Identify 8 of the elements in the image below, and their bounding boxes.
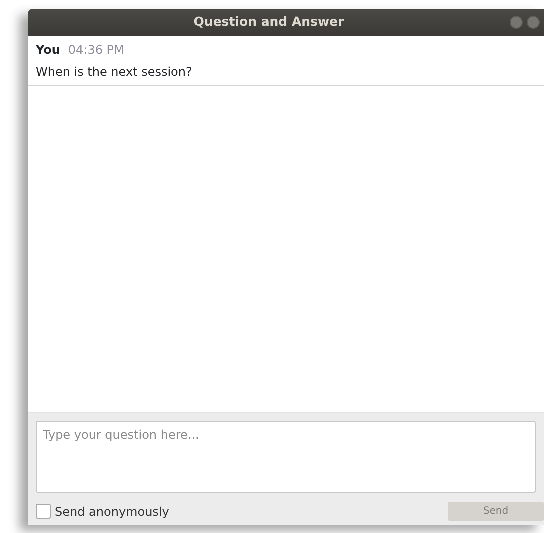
checkbox-label: Send anonymously [55, 504, 170, 520]
window-title: Question and Answer [192, 13, 346, 32]
question-field[interactable]: Type your question here... [36, 421, 536, 493]
anonymous-checkbox[interactable]: Send anonymously [36, 502, 170, 520]
message-text: When is the next session? [36, 64, 194, 81]
message-author: You [36, 42, 60, 59]
checkbox-icon[interactable] [36, 504, 51, 519]
message-time: 04:36 PM [68, 42, 124, 59]
